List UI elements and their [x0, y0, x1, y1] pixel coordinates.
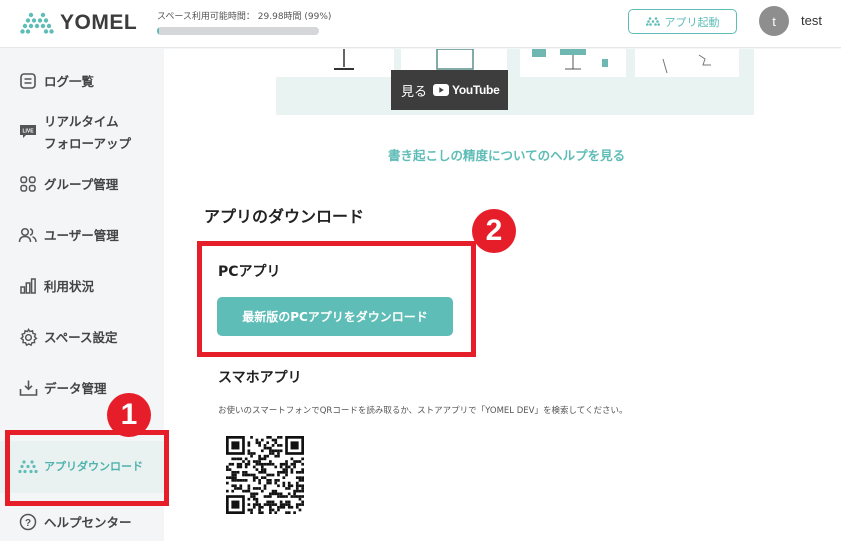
sidebar-item-label: スペース設定: [44, 330, 118, 345]
bar-chart-icon: [18, 276, 38, 296]
qr-code: [226, 436, 304, 514]
list-icon: [18, 71, 38, 91]
sidebar-item-label: ヘルプセンター: [44, 515, 132, 530]
gear-icon: [18, 327, 38, 347]
launch-app-button[interactable]: アプリ起動: [628, 9, 737, 34]
svg-text:LIVE: LIVE: [22, 129, 34, 135]
sidebar-item-space-settings[interactable]: スペース設定: [0, 326, 164, 350]
svg-text:?: ?: [25, 518, 31, 529]
users-icon: [18, 225, 38, 245]
sidebar-item-logs[interactable]: ログ一覧: [0, 69, 164, 95]
watch-label: 見る: [401, 84, 428, 100]
live-icon: LIVE: [18, 121, 38, 141]
step-badge-1: 1: [107, 393, 151, 437]
usage-label: スペース利用可能時間： 29.98時間 (99%): [157, 12, 332, 22]
sidebar-item-help-center[interactable]: ? ヘルプセンター: [0, 511, 164, 535]
sidebar-item-users[interactable]: ユーザー管理: [0, 224, 164, 248]
usage-progress-fill: [157, 27, 159, 35]
video-thumbnail[interactable]: [635, 49, 739, 77]
sidebar-item-label: グループ管理: [44, 177, 119, 192]
sidebar-item-label-line2: フォローアップ: [44, 136, 132, 151]
user-avatar[interactable]: t: [759, 6, 789, 36]
help-icon: ?: [18, 512, 38, 532]
youtube-watch-button[interactable]: 見る YouTube: [391, 70, 508, 110]
logo-text: YOMEL: [60, 11, 138, 34]
top-header: YOMEL スペース利用可能時間： 29.98時間 (99%) アプリ起動 t …: [0, 0, 841, 48]
yomel-mark-icon: [645, 17, 660, 26]
smartphone-app-heading: スマホアプリ: [218, 370, 302, 386]
username[interactable]: test: [801, 13, 822, 28]
sidebar-item-label: ユーザー管理: [44, 228, 119, 243]
app-download-heading: アプリのダウンロード: [204, 207, 365, 226]
launch-app-label: アプリ起動: [664, 16, 720, 29]
youtube-brand: YouTube: [433, 83, 500, 97]
space-usage: スペース利用可能時間： 29.98時間 (99%): [157, 9, 357, 35]
sidebar-item-label: ログ一覧: [44, 74, 95, 89]
video-thumbnail[interactable]: [520, 49, 626, 77]
youtube-label: YouTube: [452, 83, 500, 97]
usage-progress-bar: [157, 27, 319, 35]
accuracy-help-link[interactable]: 書き起こしの精度についてのヘルプを見る: [388, 145, 625, 164]
sidebar-item-usage[interactable]: 利用状況: [0, 275, 164, 299]
sidebar-item-realtime-followup[interactable]: LIVE リアルタイム フォローアップ: [0, 111, 164, 155]
video-thumbnail[interactable]: [276, 49, 394, 77]
youtube-play-icon: [433, 84, 450, 96]
step-badge-2: 2: [472, 209, 516, 253]
yomel-logo-icon: [20, 12, 54, 34]
highlight-box-2: [197, 241, 476, 357]
smartphone-app-description: お使いのスマートフォンでQRコードを読み取るか、ストアアプリで「YOMEL DE…: [218, 406, 628, 416]
sidebar-item-label: データ管理: [44, 381, 107, 396]
sidebar-item-label: 利用状況: [44, 279, 95, 294]
group-icon: [18, 174, 38, 194]
video-thumbnails: 見る YouTube: [276, 48, 754, 115]
sidebar-item-groups[interactable]: グループ管理: [0, 173, 164, 197]
download-tray-icon: [18, 378, 38, 398]
app-logo[interactable]: YOMEL: [20, 11, 137, 35]
highlight-box-1: [5, 430, 169, 506]
sidebar-item-label: リアルタイム: [44, 114, 119, 129]
